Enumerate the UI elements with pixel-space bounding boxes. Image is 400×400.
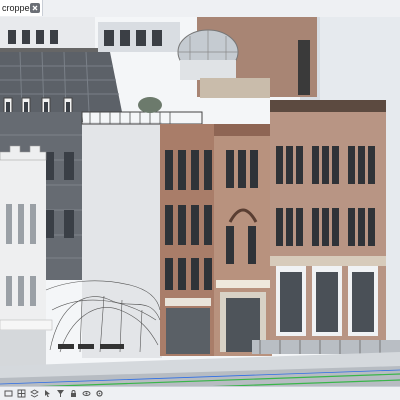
tab-bar: cropped [0,0,400,18]
tower-top [200,78,270,98]
view-icon[interactable] [4,389,13,398]
status-bar [0,386,400,400]
lock-icon[interactable] [69,389,78,398]
select-icon[interactable] [43,389,52,398]
mansard-roof [0,52,122,112]
filter-icon[interactable] [56,389,65,398]
storefront-left [166,308,210,354]
model-viewport[interactable] [0,17,400,400]
close-icon[interactable] [30,3,40,13]
settings-icon[interactable] [95,389,104,398]
layer-icon[interactable] [30,389,39,398]
eye-icon[interactable] [82,389,91,398]
plain-side-wall [82,122,162,358]
tab-cropped[interactable]: cropped [0,0,43,16]
right-railing [252,340,400,354]
building-model-render [0,17,400,400]
grid-icon[interactable] [17,389,26,398]
